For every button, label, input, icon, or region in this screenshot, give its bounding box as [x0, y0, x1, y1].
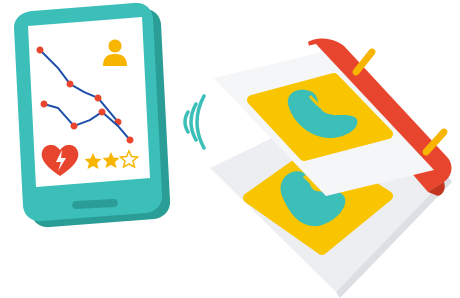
trend-point	[94, 94, 102, 102]
trend-point	[40, 100, 48, 108]
trend-point	[98, 108, 106, 116]
tablet-icon	[14, 2, 171, 228]
illustration-canvas	[0, 0, 460, 298]
trend-point	[36, 46, 44, 54]
illustration	[14, 2, 452, 298]
trend-point	[66, 80, 74, 88]
trend-point	[70, 122, 78, 130]
wireless-signal-icon	[183, 94, 206, 150]
trend-point	[126, 136, 134, 144]
